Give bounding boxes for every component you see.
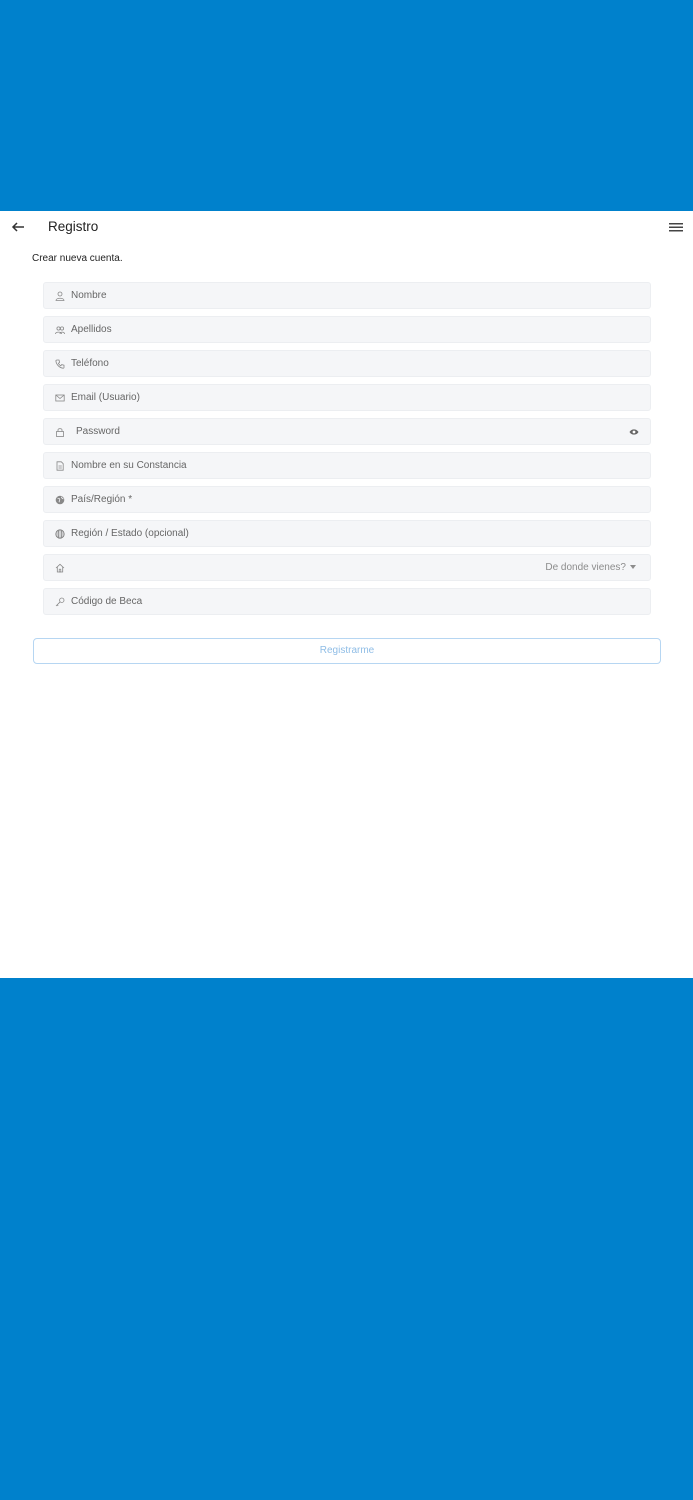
- pais-placeholder: País/Región *: [71, 494, 133, 505]
- password-field[interactable]: Password: [43, 418, 651, 445]
- origen-select[interactable]: De donde vienes?: [43, 554, 651, 581]
- lock-icon: [56, 428, 64, 437]
- register-page: Registro Crear nueva cuenta. Nombre Apel…: [0, 211, 693, 978]
- nombre-field[interactable]: Nombre: [43, 282, 651, 309]
- home-icon: [55, 563, 65, 573]
- telefono-placeholder: Teléfono: [71, 358, 109, 369]
- beca-field[interactable]: Código de Beca: [43, 588, 651, 615]
- page-title: Registro: [48, 219, 99, 234]
- region-field[interactable]: Región / Estado (opcional): [43, 520, 651, 547]
- constancia-field[interactable]: Nombre en su Constancia: [43, 452, 651, 479]
- mail-icon: [55, 394, 65, 402]
- email-field[interactable]: Email (Usuario): [43, 384, 651, 411]
- region-placeholder: Región / Estado (opcional): [71, 528, 189, 539]
- app-bar: Registro: [0, 211, 693, 245]
- document-icon: [56, 461, 64, 471]
- form-subtitle: Crear nueva cuenta.: [32, 253, 123, 264]
- telefono-field[interactable]: Teléfono: [43, 350, 651, 377]
- apellidos-placeholder: Apellidos: [71, 324, 112, 335]
- user-icon: [55, 291, 65, 301]
- email-placeholder: Email (Usuario): [71, 392, 140, 403]
- key-icon: [55, 597, 65, 607]
- caret-down-icon: [630, 565, 636, 570]
- hamburger-menu-icon[interactable]: [669, 221, 683, 233]
- origen-select-value: De donde vienes?: [545, 562, 636, 573]
- users-icon: [55, 326, 65, 335]
- top-band: [0, 0, 693, 211]
- globe-icon: [55, 529, 65, 539]
- arrow-left-icon[interactable]: [10, 219, 26, 235]
- origen-select-label: De donde vienes?: [545, 562, 626, 573]
- apellidos-field[interactable]: Apellidos: [43, 316, 651, 343]
- constancia-placeholder: Nombre en su Constancia: [71, 460, 187, 471]
- bottom-band: [0, 978, 693, 1500]
- nombre-placeholder: Nombre: [71, 290, 107, 301]
- registrarme-button[interactable]: Registrarme: [33, 638, 661, 664]
- eye-icon[interactable]: [629, 428, 639, 436]
- globe-filled-icon: [55, 495, 65, 505]
- pais-field[interactable]: País/Región *: [43, 486, 651, 513]
- phone-icon: [55, 359, 65, 369]
- password-placeholder: Password: [76, 426, 120, 437]
- beca-placeholder: Código de Beca: [71, 596, 143, 607]
